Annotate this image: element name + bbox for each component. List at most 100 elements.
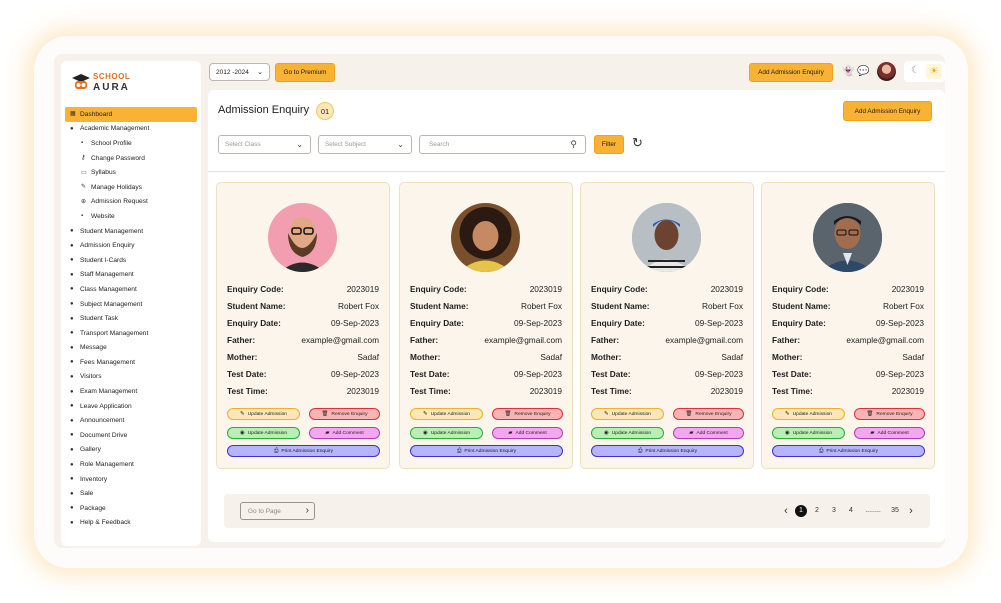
add-comment-button[interactable]: ▰ Add Comment	[492, 427, 563, 439]
print-admission-enquiry-button[interactable]: ⎙ Print Admission Enquiry	[227, 445, 380, 457]
sidebar-item-package[interactable]: ● Package	[65, 501, 197, 516]
father-row: Father: example@gmail.com	[227, 331, 379, 348]
sidebar-item-exam-management[interactable]: ● Exam Management	[65, 384, 197, 399]
update-admission-status-button[interactable]: ◉ Update Admission	[591, 427, 664, 439]
sidebar-item-dashboard[interactable]: ▦ Dashboard	[65, 107, 197, 122]
page-4[interactable]: 4	[845, 505, 857, 517]
student-photo	[632, 203, 701, 272]
user-avatar[interactable]	[877, 62, 896, 81]
test-time-row: Test Time: 2023019	[227, 382, 379, 399]
cap-icon: ●	[70, 461, 74, 468]
add-comment-button[interactable]: ▰ Add Comment	[673, 427, 744, 439]
search-icon[interactable]: ⚲	[570, 139, 577, 150]
update-admission-status-button[interactable]: ◉ Update Admission	[410, 427, 483, 439]
father-row: Father: example@gmail.com	[410, 331, 562, 348]
sidebar-item-gallery[interactable]: ● Gallery	[65, 443, 197, 458]
page-2[interactable]: 2	[811, 505, 823, 517]
student-name-value: Robert Fox	[701, 300, 743, 311]
sidebar-item-role-management[interactable]: ● Role Management	[65, 457, 197, 472]
sidebar-item-message[interactable]: ● Message	[65, 341, 197, 356]
pen-icon: ✎	[81, 184, 87, 191]
add-admission-enquiry-button[interactable]: Add Admission Enquiry	[843, 101, 932, 121]
theme-toggle[interactable]: ☾ ☀	[904, 61, 945, 82]
update-admission-button[interactable]: ✎ Update Admission	[227, 408, 300, 420]
sidebar-item-label: Gallery	[80, 446, 101, 454]
sidebar-item-sale[interactable]: ● Sale	[65, 486, 197, 501]
year-select[interactable]: 2012 -2024 ⌄	[209, 63, 270, 81]
page-35[interactable]: 35	[889, 505, 901, 517]
update-admission-button[interactable]: ✎ Update Admission	[410, 408, 483, 420]
snapchat-icon[interactable]: 👻	[842, 66, 854, 77]
enquiry-card: Enquiry Code: 2023019 Student Name: Robert…	[216, 182, 390, 469]
go-to-page-input[interactable]: Go to Page ›	[240, 502, 315, 520]
sidebar-item-school-profile[interactable]: ▪ School Profile	[65, 136, 197, 151]
enquiry-details: Enquiry Code: 2023019 Student Name: Robert…	[227, 280, 379, 399]
sidebar-item-student-task[interactable]: ● Student Task	[65, 311, 197, 326]
sidebar-item-subject-management[interactable]: ● Subject Management	[65, 297, 197, 312]
student-name-row: Student Name: Robert Fox	[591, 297, 743, 314]
update-admission-button[interactable]: ✎ Update Admission	[772, 408, 845, 420]
reset-icon[interactable]: ↻	[632, 135, 643, 151]
enquiry-date-row: Enquiry Date: 09-Sep-2023	[591, 314, 743, 331]
chat-icon[interactable]: 💬	[857, 66, 869, 77]
print-admission-enquiry-label: Print Admission Enquiry	[281, 448, 334, 454]
sidebar-item-change-password[interactable]: ⚷ Change Password	[65, 151, 197, 166]
prev-page-icon[interactable]: ‹	[780, 505, 792, 517]
sidebar-item-student-management[interactable]: ● Student Management	[65, 224, 197, 239]
sidebar-item-visitors[interactable]: ● Visitors	[65, 370, 197, 385]
moon-icon[interactable]: ☾	[911, 65, 920, 76]
sidebar-nav: ▦ Dashboard ● Academic Management ▪ School …	[65, 107, 197, 530]
student-name-row: Student Name: Robert Fox	[227, 297, 379, 314]
sidebar-item-label: Admission Enquiry	[80, 242, 135, 250]
sidebar-item-help-feedback[interactable]: ● Help & Feedback	[65, 516, 197, 531]
mother-label: Mother:	[227, 351, 258, 362]
update-admission-button[interactable]: ✎ Update Admission	[591, 408, 664, 420]
print-admission-enquiry-button[interactable]: ⎙ Print Admission Enquiry	[591, 445, 744, 457]
remove-enquiry-button[interactable]: 🗑 Remove Enquiry	[854, 408, 925, 420]
sidebar-item-document-drive[interactable]: ● Document Drive	[65, 428, 197, 443]
sidebar-item-staff-management[interactable]: ● Staff Management	[65, 268, 197, 283]
remove-enquiry-button[interactable]: 🗑 Remove Enquiry	[492, 408, 563, 420]
cap-icon: ●	[70, 417, 74, 424]
edit-icon: ✎	[239, 411, 245, 417]
sidebar-item-syllabus[interactable]: ▭ Syllabus	[65, 165, 197, 180]
pagination-bar	[224, 494, 930, 528]
page-1[interactable]: 1	[795, 505, 807, 517]
sun-icon[interactable]: ☀	[926, 64, 942, 79]
update-admission-status-button[interactable]: ◉ Update Admission	[227, 427, 300, 439]
update-admission-status-button[interactable]: ◉ Update Admission	[772, 427, 845, 439]
search-input[interactable]: Search ⚲	[419, 135, 586, 154]
father-row: Father: example@gmail.com	[772, 331, 924, 348]
add-admission-enquiry-top-button[interactable]: Add Admission Enquiry	[749, 63, 833, 82]
sidebar-item-academic-management[interactable]: ● Academic Management	[65, 122, 197, 137]
sidebar-item-leave-application[interactable]: ● Leave Application	[65, 399, 197, 414]
remove-enquiry-button[interactable]: 🗑 Remove Enquiry	[309, 408, 380, 420]
add-comment-button[interactable]: ▰ Add Comment	[309, 427, 380, 439]
sidebar-item-manage-holidays[interactable]: ✎ Manage Holidays	[65, 180, 197, 195]
print-admission-enquiry-button[interactable]: ⎙ Print Admission Enquiry	[410, 445, 563, 457]
select-subject-dropdown[interactable]: Select Subject ⌄	[318, 135, 412, 154]
filter-button[interactable]: Filter	[594, 135, 624, 154]
trash-icon: 🗑	[685, 411, 693, 417]
sidebar-item-admission-enquiry[interactable]: ● Admission Enquiry	[65, 238, 197, 253]
sidebar-item-admission-request[interactable]: ⊕ Admission Request	[65, 195, 197, 210]
sidebar-item-class-management[interactable]: ● Class Management	[65, 282, 197, 297]
page-3[interactable]: 3	[828, 505, 840, 517]
add-comment-button[interactable]: ▰ Add Comment	[854, 427, 925, 439]
select-class-dropdown[interactable]: Select Class ⌄	[218, 135, 311, 154]
go-to-premium-button[interactable]: Go to Premium	[275, 63, 335, 82]
sidebar-item-announcement[interactable]: ● Announcement	[65, 413, 197, 428]
sidebar-item-fees-management[interactable]: ● Fees Management	[65, 355, 197, 370]
sidebar-item-label: Academic Management	[80, 125, 150, 133]
sidebar-item-transport-management[interactable]: ● Transport Management	[65, 326, 197, 341]
test-date-label: Test Date:	[591, 368, 631, 379]
logo: SCHOOL AURA	[71, 69, 141, 95]
sidebar-item-student-icards[interactable]: ● Student I-Cards	[65, 253, 197, 268]
chevron-right-icon[interactable]: ›	[306, 505, 309, 516]
sidebar-item-inventory[interactable]: ● Inventory	[65, 472, 197, 487]
next-page-icon[interactable]: ›	[905, 505, 917, 517]
sidebar-item-website[interactable]: ▪ Website	[65, 209, 197, 224]
print-admission-enquiry-button[interactable]: ⎙ Print Admission Enquiry	[772, 445, 925, 457]
remove-enquiry-button[interactable]: 🗑 Remove Enquiry	[673, 408, 744, 420]
comment-icon: ▰	[689, 430, 694, 436]
